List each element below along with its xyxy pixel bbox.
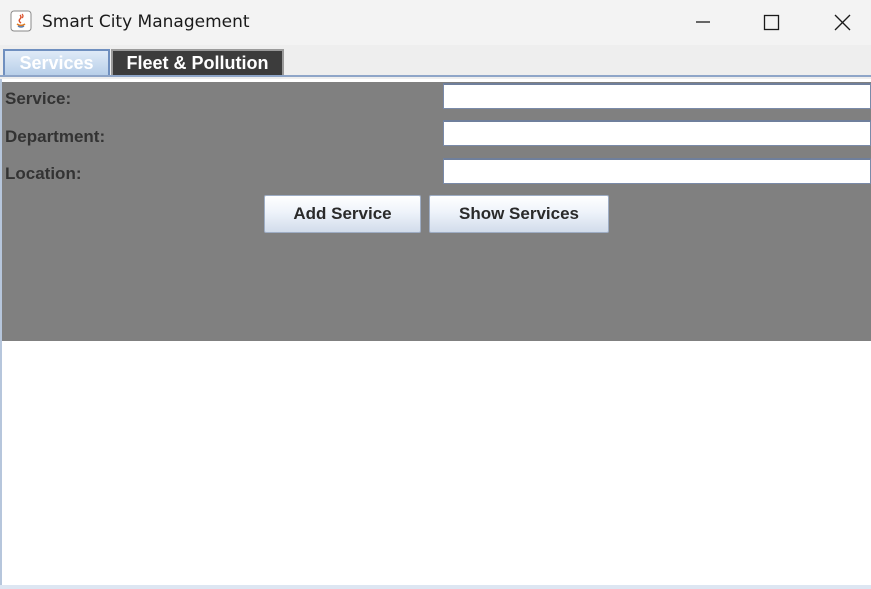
title-bar: Smart City Management [0,0,871,45]
service-input[interactable] [443,83,871,109]
show-services-button[interactable]: Show Services [429,195,609,233]
service-label: Service: [5,89,72,108]
tab-services[interactable]: Services [3,49,110,75]
minimize-icon [696,21,710,23]
department-label: Department: [5,127,106,146]
department-input[interactable] [443,120,871,146]
window-bottom-border [0,585,871,589]
minimize-button[interactable] [680,0,726,45]
location-input[interactable] [443,158,871,184]
maximize-button[interactable] [748,0,794,45]
close-icon [834,14,851,31]
tab-fleet-pollution[interactable]: Fleet & Pollution [111,49,284,75]
java-app-icon [10,10,32,32]
close-button[interactable] [819,0,865,45]
location-label: Location: [5,164,82,183]
maximize-icon [763,14,780,31]
add-service-button[interactable]: Add Service [264,195,421,233]
tab-underline [0,75,871,77]
window-title: Smart City Management [42,12,250,32]
